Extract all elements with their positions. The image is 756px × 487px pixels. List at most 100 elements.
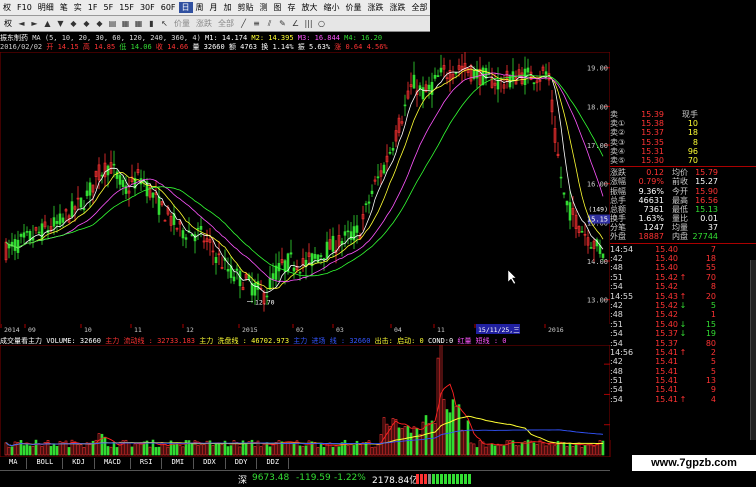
draw-icon[interactable]: ✎	[277, 18, 288, 29]
volume-bar	[352, 445, 356, 456]
circle-icon[interactable]: ○	[316, 18, 327, 29]
arrow-down-icon[interactable]: ▼	[55, 18, 66, 29]
tick-volume: 70	[705, 272, 716, 282]
grid-icon[interactable]: ▦	[133, 18, 144, 29]
menu-item[interactable]: 30F	[137, 3, 158, 12]
arrow-left-icon[interactable]: ◄	[16, 18, 27, 29]
menu-item[interactable]: 笔	[57, 2, 71, 13]
candle-body	[268, 277, 272, 290]
volume-bar	[346, 445, 350, 456]
volume-bar	[478, 440, 482, 456]
volume-bar	[409, 432, 413, 456]
diamond-icon[interactable]: ◆	[81, 18, 92, 29]
candle-body	[70, 201, 74, 217]
menu-item[interactable]: F10	[14, 3, 35, 12]
candle-body	[562, 192, 566, 195]
menu-item[interactable]: 1F	[85, 3, 101, 12]
diamond-icon[interactable]: ◆	[68, 18, 79, 29]
arrow-right-icon[interactable]: ►	[29, 18, 40, 29]
grid-icon[interactable]: ▦	[120, 18, 131, 29]
volume-bar	[460, 429, 464, 456]
volume-bar	[535, 443, 539, 456]
indicator-tab[interactable]: MACD	[95, 458, 131, 469]
tick-price: 15.40	[655, 244, 678, 254]
menu-item[interactable]: 图	[271, 2, 285, 13]
ask-volume: 70	[687, 155, 698, 165]
panel-header-row: 卖 15.39 现手	[610, 110, 756, 119]
indicator-tab[interactable]: BOLL	[27, 458, 64, 469]
menu-item[interactable]: 5F	[100, 3, 116, 12]
arrow-up-icon[interactable]: ▲	[42, 18, 53, 29]
ask-row: 卖① 15.38 10	[610, 119, 756, 128]
menu-item[interactable]: 测	[257, 2, 271, 13]
menu-item[interactable]: 全部	[409, 2, 431, 13]
fib-icon[interactable]: ≡	[251, 18, 262, 29]
stat-value: 0.12	[646, 168, 664, 178]
tick-row: :42 15.42 ↓ 5	[610, 301, 756, 310]
volume-bar	[508, 440, 512, 456]
toolbar-text-button[interactable]: 全部	[216, 18, 236, 29]
toolbar-label[interactable]: 权	[2, 18, 14, 29]
bar-open: 开 14.15	[46, 43, 79, 51]
toolbar-text-button[interactable]: 涨跌	[194, 18, 214, 29]
menu-item[interactable]: 月	[207, 2, 221, 13]
line-icon[interactable]: ╱	[238, 18, 249, 29]
indicator-tab[interactable]: MA	[0, 458, 28, 469]
channel-icon[interactable]: ⫽	[264, 18, 275, 29]
menu-item[interactable]: 日	[178, 2, 193, 13]
menu-item[interactable]: 60F	[158, 3, 179, 12]
candle-body	[265, 295, 269, 298]
menu-item[interactable]: 明细	[35, 2, 57, 13]
indicator-tab[interactable]: KDJ	[63, 458, 95, 469]
menu-item[interactable]: 资讯	[431, 2, 453, 13]
menu-item[interactable]: 价量	[343, 2, 365, 13]
bar-vol: 量 32660	[192, 43, 225, 51]
volume-frame	[0, 345, 611, 457]
volume-bar	[505, 440, 509, 456]
menu-item[interactable]: 存	[285, 2, 299, 13]
menu-item[interactable]: 放大	[299, 2, 321, 13]
candlestick-chart[interactable]: 19.0018.0017.0016.0015.0014.0013.00(149)…	[0, 52, 610, 327]
cond-value: COND:0	[427, 337, 454, 345]
menu-item[interactable]: 缩小	[321, 2, 343, 13]
angle-icon[interactable]: ∠	[290, 18, 301, 29]
volume-chart[interactable]: 300000200000100000	[0, 345, 640, 457]
volume-bar	[418, 433, 422, 456]
volume-bar	[214, 443, 218, 456]
menu-item[interactable]: 权	[0, 2, 14, 13]
diamond-icon[interactable]: ◆	[94, 18, 105, 29]
menu-item[interactable]: 剪贴	[235, 2, 257, 13]
indicator-tab[interactable]: RSI	[131, 458, 163, 469]
toolbar-text-button[interactable]: 价量	[172, 18, 192, 29]
bar-icon[interactable]: ▮	[146, 18, 157, 29]
bars-icon[interactable]: |||	[303, 18, 314, 29]
breadth-bar	[416, 474, 419, 484]
cursor-icon[interactable]: ↖	[159, 18, 170, 29]
menu-item[interactable]: 实	[71, 2, 85, 13]
ma1-value: M1: 14.174	[205, 34, 248, 42]
current-price-tag-label: (149)	[588, 206, 608, 214]
tick-scrollbar[interactable]	[750, 260, 756, 440]
stock-name[interactable]: 振东制药	[0, 34, 28, 42]
menu-item[interactable]: 涨跌	[365, 2, 387, 13]
breadth-bar	[464, 474, 467, 484]
volume-bar	[517, 445, 521, 456]
menu-item[interactable]: 15F	[116, 3, 137, 12]
candle-body	[151, 192, 155, 198]
indicator-tab[interactable]: DDZ	[257, 458, 290, 469]
breadth-bar	[420, 474, 423, 484]
tick-time: :54	[610, 394, 623, 404]
indicator-tab[interactable]: DDY	[226, 458, 258, 469]
menu-item[interactable]: 涨跌	[387, 2, 409, 13]
indicator-tab[interactable]: DDX	[194, 458, 226, 469]
stat-value: 9.36%	[638, 186, 664, 196]
volume-bar	[235, 442, 239, 456]
indicator-tab[interactable]: DMI	[162, 458, 195, 469]
stat-key: 前收	[672, 177, 688, 187]
chart-icon[interactable]: ▤	[107, 18, 118, 29]
menu-item[interactable]: 加	[221, 2, 235, 13]
volume-bar	[220, 444, 224, 456]
stat-key: 内盘	[672, 232, 688, 242]
ma-line	[5, 72, 604, 283]
menu-item[interactable]: 周	[193, 2, 207, 13]
